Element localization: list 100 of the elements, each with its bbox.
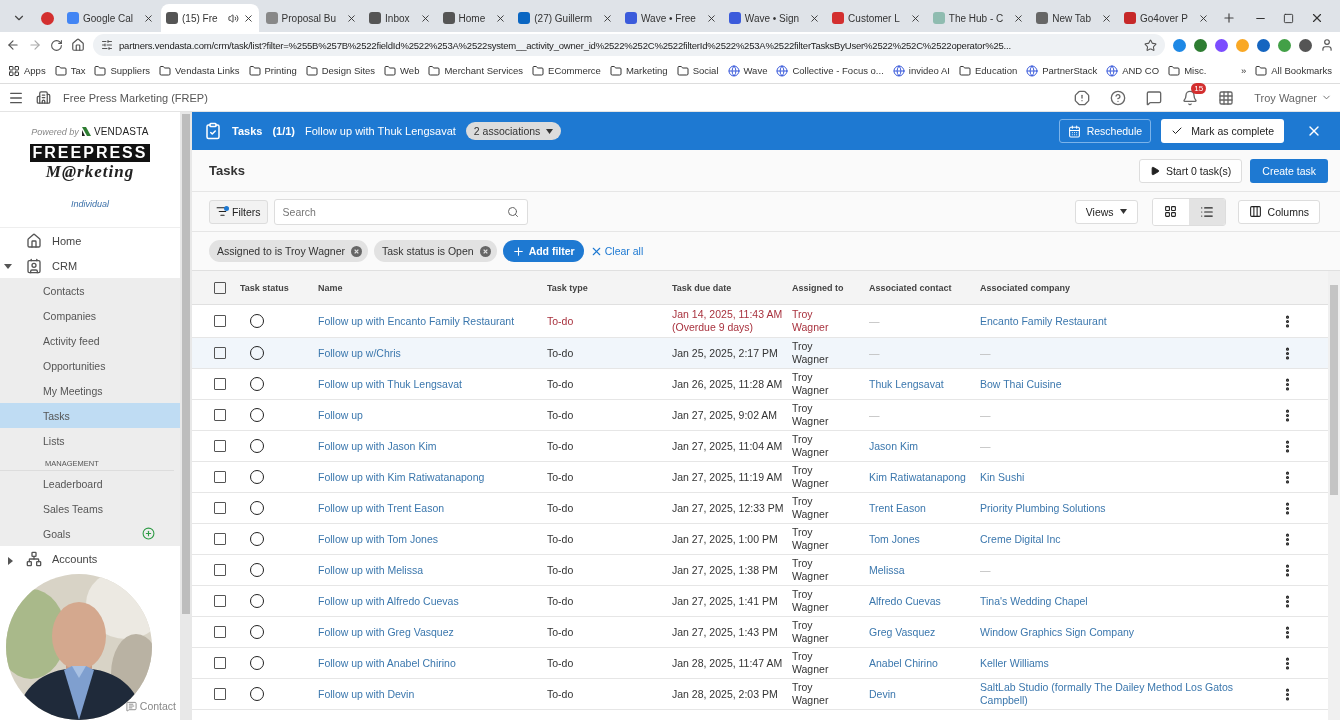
- company-link[interactable]: Priority Plumbing Solutions: [980, 501, 1265, 515]
- contact-link[interactable]: Trent Eason: [869, 501, 980, 515]
- contact-link[interactable]: Greg Vasquez: [869, 625, 980, 639]
- browser-tab[interactable]: Wave • Sign: [723, 4, 826, 32]
- column-header[interactable]: Task type: [547, 282, 672, 293]
- contact-link[interactable]: Jason Kim: [869, 439, 980, 453]
- task-name[interactable]: Follow up with Tom Jones: [318, 533, 439, 545]
- browser-tab[interactable]: Wave • Free: [620, 4, 722, 32]
- task-name[interactable]: Follow up with Encanto Family Restaurant: [318, 315, 515, 327]
- task-name[interactable]: Follow up with Greg Vasquez: [318, 626, 454, 638]
- bookmark[interactable]: Design Sites: [305, 64, 376, 77]
- bookmark[interactable]: Web: [384, 64, 420, 77]
- task-name[interactable]: Follow up with Thuk Lengsavat: [318, 378, 462, 390]
- contact-link[interactable]: Tom Jones: [869, 532, 980, 546]
- bookmark[interactable]: All Bookmarks: [1255, 64, 1332, 77]
- contact-link[interactable]: Kim Ratiwatanapong: [869, 470, 980, 484]
- bookmark[interactable]: Vendasta Links: [159, 64, 240, 77]
- bookmark[interactable]: Wave: [727, 64, 768, 77]
- column-header[interactable]: Associated contact: [869, 282, 980, 293]
- bookmark[interactable]: Education: [959, 64, 1018, 77]
- nav-item[interactable]: Tasks: [0, 403, 180, 428]
- bookmark[interactable]: Social: [676, 64, 719, 77]
- contact-link[interactable]: Alfredo Cuevas: [869, 594, 980, 608]
- clear-all-link[interactable]: Clear all: [589, 244, 644, 258]
- company-link[interactable]: Keller Williams: [980, 656, 1265, 670]
- bookmark[interactable]: Merchant Services: [428, 64, 524, 77]
- nav-item[interactable]: Companies: [0, 303, 180, 328]
- task-name[interactable]: Follow up with Trent Eason: [318, 502, 445, 514]
- browser-tab[interactable]: New Tab: [1031, 4, 1117, 32]
- bookmark[interactable]: Tax: [54, 64, 86, 77]
- task-name[interactable]: Follow up with Melissa: [318, 564, 424, 576]
- company-link[interactable]: Tina's Wedding Chapel: [980, 594, 1265, 608]
- bookmark[interactable]: invideo AI: [892, 64, 950, 77]
- task-name[interactable]: Follow up: [318, 409, 363, 421]
- search-field[interactable]: Search: [273, 198, 528, 225]
- bookmark[interactable]: Suppliers: [94, 64, 151, 77]
- contact-link[interactable]: Melissa: [869, 563, 980, 577]
- user-menu[interactable]: Troy Wagner: [1254, 91, 1332, 104]
- nav-item[interactable]: My Meetings: [0, 378, 180, 403]
- task-name[interactable]: Follow up with Kim Ratiwatanapong: [318, 471, 485, 483]
- nav-item[interactable]: Opportunities: [0, 353, 180, 378]
- contact-link[interactable]: Devin: [869, 687, 980, 701]
- more-bookmarks[interactable]: »: [1241, 65, 1247, 76]
- bookmark[interactable]: Apps: [8, 64, 46, 77]
- browser-tab[interactable]: Google Cal: [62, 4, 160, 32]
- task-name[interactable]: Follow up w/Chris: [318, 347, 401, 359]
- filters-button[interactable]: Filters: [209, 199, 268, 224]
- nav-item[interactable]: Lists: [0, 428, 180, 453]
- nav-item[interactable]: Contacts: [0, 278, 180, 303]
- company-link[interactable]: Window Graphics Sign Company: [980, 625, 1265, 639]
- create-task-button[interactable]: Create task: [1250, 158, 1328, 183]
- bookmark[interactable]: Misc.: [1168, 64, 1207, 77]
- associations-button[interactable]: 2 associations: [465, 122, 562, 140]
- browser-tab[interactable]: Home: [437, 4, 512, 32]
- bookmark[interactable]: Printing: [248, 64, 297, 77]
- mark-complete-button[interactable]: Mark as complete: [1161, 119, 1284, 143]
- browser-tab[interactable]: Proposal Bu: [260, 4, 363, 32]
- nav-item[interactable]: Goals: [0, 521, 180, 546]
- browser-tab[interactable]: Customer L: [827, 4, 926, 32]
- browser-tab[interactable]: The Hub - C: [927, 4, 1030, 32]
- table-row[interactable]: Follow up w/Chris To-do Jan 25, 2025, 2:17 PM Troy Wagner — —: [192, 338, 1328, 369]
- start-tasks-button[interactable]: Start 0 task(s): [1138, 158, 1243, 183]
- column-header[interactable]: Associated company: [980, 282, 1265, 293]
- columns-button[interactable]: Columns: [1237, 199, 1320, 224]
- nav-item[interactable]: CRM: [0, 253, 180, 278]
- company-link[interactable]: Creme Digital Inc: [980, 532, 1265, 546]
- company-link[interactable]: Encanto Family Restaurant: [980, 314, 1265, 328]
- contact-link[interactable]: Thuk Lengsavat: [869, 377, 980, 391]
- company-link[interactable]: Kin Sushi: [980, 470, 1265, 484]
- add-filter-button[interactable]: Add filter: [502, 240, 584, 262]
- bookmark[interactable]: PartnerStack: [1026, 64, 1098, 77]
- bookmark[interactable]: Collective - Focus o...: [776, 64, 884, 77]
- browser-tab[interactable]: Inbox: [364, 4, 436, 32]
- address-bar[interactable]: partners.vendasta.com/crm/task/list?filter=%255B%257B%2522fieldId%2522%253A%2522system__activity_owner_id%2522%252C%2522filterId%2522%253A%2522filterTasksByUser%2522%252C%2522operator%25...: [93, 34, 1165, 56]
- column-header[interactable]: Assigned to: [792, 282, 869, 293]
- views-dropdown[interactable]: Views: [1074, 199, 1138, 224]
- column-header[interactable]: Task status: [240, 282, 318, 293]
- browser-tab[interactable]: (27) Guillerm: [513, 4, 619, 32]
- bookmark[interactable]: AND CO: [1106, 64, 1160, 77]
- company-link[interactable]: SaltLab Studio (formally The Dailey Method Los Gatos Campbell): [980, 681, 1265, 707]
- reschedule-button[interactable]: Reschedule: [1058, 119, 1152, 143]
- contact-link[interactable]: Contact: [125, 700, 176, 712]
- browser-tab[interactable]: (15) Fre: [161, 4, 259, 32]
- task-name[interactable]: Follow up with Jason Kim: [318, 440, 437, 452]
- nav-item[interactable]: Sales Teams: [0, 496, 180, 521]
- nav-item[interactable]: Accounts: [0, 546, 180, 571]
- column-header[interactable]: Task due date: [672, 282, 792, 293]
- filter-chip[interactable]: Task status is Open: [374, 240, 497, 262]
- bookmark[interactable]: Marketing: [609, 64, 668, 77]
- nav-item[interactable]: Home: [0, 228, 180, 253]
- task-name[interactable]: Follow up with Devin: [318, 688, 415, 700]
- nav-item[interactable]: Leaderboard: [0, 471, 180, 496]
- filter-chip[interactable]: Assigned to is Troy Wagner: [209, 240, 368, 262]
- column-header[interactable]: Name: [318, 282, 547, 293]
- bookmark[interactable]: ECommerce: [532, 64, 601, 77]
- task-name[interactable]: Follow up with Anabel Chirino: [318, 657, 456, 669]
- contact-link[interactable]: Anabel Chirino: [869, 656, 980, 670]
- company-link[interactable]: Bow Thai Cuisine: [980, 377, 1265, 391]
- browser-tab[interactable]: Go4over P: [1119, 4, 1214, 32]
- task-name[interactable]: Follow up with Alfredo Cuevas: [318, 595, 459, 607]
